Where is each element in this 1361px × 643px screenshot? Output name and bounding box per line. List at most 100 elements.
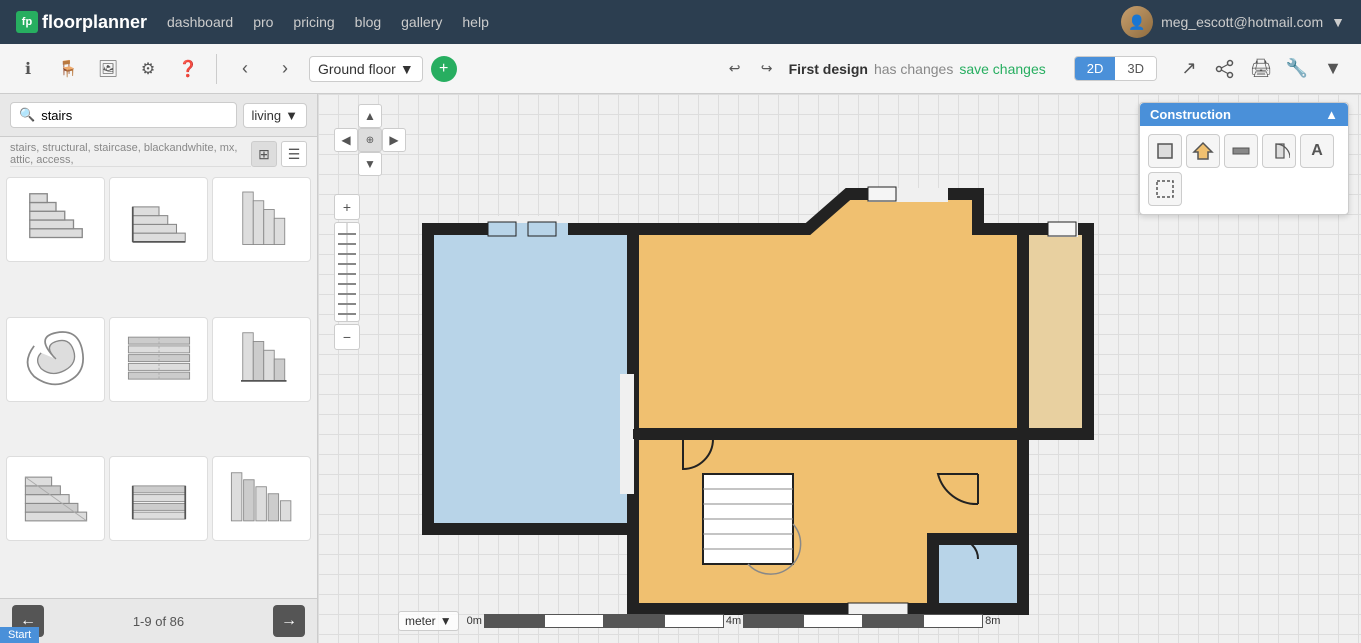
- avatar: 👤: [1121, 6, 1153, 38]
- construction-tools: A: [1140, 126, 1348, 214]
- scale-segment-8: [923, 614, 983, 628]
- user-email: meg_escott@hotmail.com: [1161, 14, 1323, 30]
- roof-tool-button[interactable]: [1186, 134, 1220, 168]
- category-dropdown-icon: ▼: [285, 108, 298, 123]
- nav-pro[interactable]: pro: [253, 14, 273, 30]
- view-toggle: 2D 3D: [1074, 56, 1157, 81]
- nav-prev-button[interactable]: ‹: [229, 53, 261, 85]
- floor-plan[interactable]: [418, 174, 1098, 643]
- list-view-button[interactable]: ☰: [281, 141, 307, 167]
- search-input-wrap[interactable]: 🔍: [10, 102, 237, 128]
- grid-view-button[interactable]: ⊞: [251, 141, 277, 167]
- nav-blog[interactable]: blog: [355, 14, 381, 30]
- more-icon[interactable]: ▼: [1317, 53, 1349, 85]
- design-name: First design: [789, 61, 868, 77]
- floor-selector[interactable]: Ground floor ▼: [309, 56, 423, 82]
- zoom-in-button[interactable]: +: [334, 194, 360, 220]
- floor-dropdown-icon: ▼: [400, 61, 414, 77]
- add-floor-button[interactable]: +: [431, 56, 457, 82]
- app-logo[interactable]: fp floorplanner: [16, 11, 147, 33]
- floor-name: Ground floor: [318, 61, 396, 77]
- stair-item-6[interactable]: [212, 317, 311, 402]
- scale-segment-4: [664, 614, 724, 628]
- pan-right-button[interactable]: ▶: [382, 128, 406, 152]
- next-page-button[interactable]: →: [273, 605, 305, 637]
- pan-left-button[interactable]: ◀: [334, 128, 358, 152]
- print-icon[interactable]: 🖨: [1245, 53, 1277, 85]
- stair-item-9[interactable]: [212, 456, 311, 541]
- nav-help[interactable]: help: [462, 14, 488, 30]
- view-3d-button[interactable]: 3D: [1115, 57, 1156, 80]
- logo-box: fp: [16, 11, 38, 33]
- scale-bar: meter ▼ 0m 4m 8m: [398, 611, 1000, 631]
- photo-button[interactable]: 🖼: [92, 53, 124, 85]
- nav-gallery[interactable]: gallery: [401, 14, 442, 30]
- scale-unit-label: meter: [405, 614, 436, 628]
- nav-next-button[interactable]: ›: [269, 53, 301, 85]
- scale-segment-6: [803, 614, 863, 628]
- settings-button[interactable]: ⚙: [132, 53, 164, 85]
- scale-segment-1: [484, 614, 544, 628]
- zoom-slider[interactable]: [334, 222, 360, 322]
- user-dropdown-icon: ▼: [1331, 14, 1345, 30]
- items-grid: [0, 171, 317, 598]
- info-button[interactable]: ℹ: [12, 53, 44, 85]
- tools-icon[interactable]: 🔧: [1281, 53, 1313, 85]
- main-area: 🔍 living ▼ stairs, structural, staircase…: [0, 94, 1361, 643]
- scale-mark-8: 8m: [985, 615, 1000, 627]
- toolbar: ℹ 🪑 🖼 ⚙ ❓ ‹ › Ground floor ▼ + ↩ ↪ First…: [0, 44, 1361, 94]
- view-2d-button[interactable]: 2D: [1075, 57, 1116, 80]
- scale-segment-2: [544, 614, 604, 628]
- export-icon[interactable]: ↗: [1173, 53, 1205, 85]
- share-icon[interactable]: [1209, 53, 1241, 85]
- toolbar-right-icons: ↗ 🖨 🔧 ▼: [1173, 53, 1349, 85]
- tag-line: stairs, structural, staircase, blackandw…: [10, 142, 251, 167]
- category-label: living: [252, 108, 282, 123]
- door-tool-button[interactable]: [1262, 134, 1296, 168]
- scale-unit-dropdown: ▼: [440, 614, 452, 628]
- undo-button[interactable]: ↩: [721, 55, 749, 83]
- room-tool-button[interactable]: [1148, 134, 1182, 168]
- wall-tool-button[interactable]: [1224, 134, 1258, 168]
- search-input[interactable]: [41, 108, 227, 123]
- construction-title: Construction: [1150, 107, 1231, 122]
- scale-unit-selector[interactable]: meter ▼: [398, 611, 459, 631]
- stair-item-8[interactable]: [109, 456, 208, 541]
- nav-pricing[interactable]: pricing: [293, 14, 334, 30]
- construction-collapse-icon[interactable]: ▲: [1325, 107, 1338, 122]
- furniture-button[interactable]: 🪑: [52, 53, 84, 85]
- stair-item-7[interactable]: [6, 456, 105, 541]
- category-dropdown[interactable]: living ▼: [243, 103, 308, 128]
- stair-item-2[interactable]: [109, 177, 208, 262]
- text-tool-button[interactable]: A: [1300, 134, 1334, 168]
- area-tool-button[interactable]: [1148, 172, 1182, 206]
- top-navigation: fp floorplanner dashboard pro pricing bl…: [0, 0, 1361, 44]
- help-button[interactable]: ❓: [172, 53, 204, 85]
- scale-segment-7: [863, 614, 923, 628]
- save-link[interactable]: save changes: [959, 61, 1045, 77]
- scale-segment-3: [604, 614, 664, 628]
- logo-text: floorplanner: [42, 12, 147, 33]
- search-icon: 🔍: [19, 107, 35, 123]
- user-menu[interactable]: 👤 meg_escott@hotmail.com ▼: [1121, 6, 1345, 38]
- design-info: First design has changes save changes: [789, 61, 1046, 77]
- separator: [216, 54, 217, 84]
- canvas-area[interactable]: ▲ ◀ ⊕ ▶ ▼ +: [318, 94, 1361, 643]
- stair-item-4[interactable]: [6, 317, 105, 402]
- zoom-controls: + −: [334, 194, 360, 350]
- stair-item-3[interactable]: [212, 177, 311, 262]
- pagination-info: 1-9 of 86: [133, 614, 184, 629]
- zoom-out-button[interactable]: −: [334, 324, 360, 350]
- design-changes: has changes: [874, 61, 953, 77]
- redo-button[interactable]: ↪: [753, 55, 781, 83]
- scale-mark-0: 0m: [467, 615, 482, 627]
- pan-up-button[interactable]: ▲: [358, 104, 382, 128]
- construction-panel-header: Construction ▲: [1140, 103, 1348, 126]
- pan-down-button[interactable]: ▼: [358, 152, 382, 176]
- stair-item-1[interactable]: [6, 177, 105, 262]
- nav-dashboard[interactable]: dashboard: [167, 14, 233, 30]
- pan-center-button[interactable]: ⊕: [358, 128, 382, 152]
- left-panel: 🔍 living ▼ stairs, structural, staircase…: [0, 94, 318, 643]
- start-label[interactable]: Start: [0, 627, 39, 643]
- stair-item-5[interactable]: [109, 317, 208, 402]
